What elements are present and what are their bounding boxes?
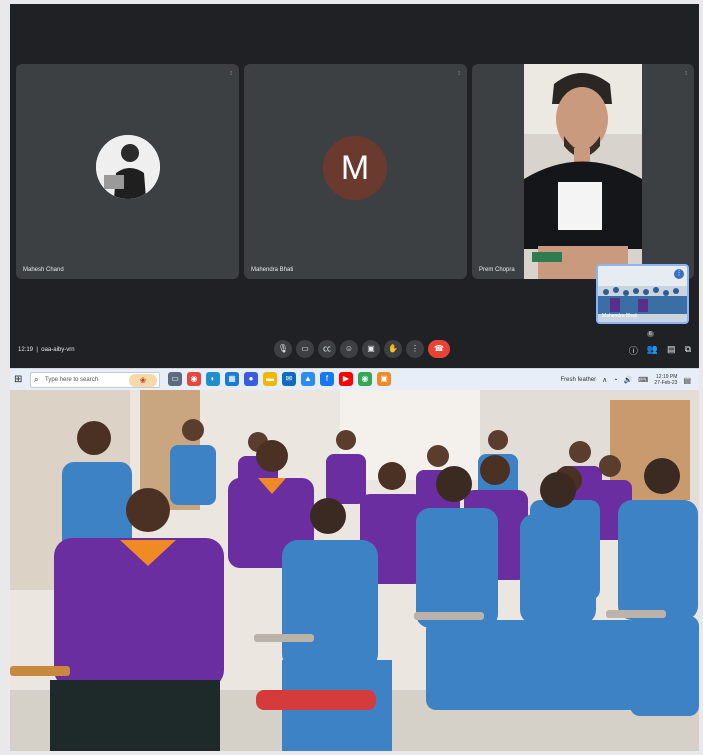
present-icon[interactable]: ▣ xyxy=(362,340,380,358)
self-view-tile[interactable]: ⋮ Mahendra Bhati xyxy=(596,264,689,324)
mic-off-icon: ⁝ xyxy=(230,71,232,77)
meet-side-controls: ⓘ 👥 ▤ ⧉ xyxy=(629,344,691,357)
info-icon[interactable]: ⓘ xyxy=(629,344,638,357)
search-icon: ⌕ xyxy=(34,375,39,384)
network-icon[interactable]: ◔ xyxy=(613,377,617,384)
hand-icon[interactable]: ✋ xyxy=(384,340,402,358)
taskbar-apps: ▭ ◉ ◐ ▦ ● ▬ ✉ ▲ f ▶ ◉ ▣ xyxy=(168,372,391,386)
zoom-icon[interactable]: ● xyxy=(244,372,258,386)
notification-icon[interactable]: ▤ xyxy=(683,376,691,385)
meeting-code: oaa-aiby-vrn xyxy=(41,347,75,353)
language-icon[interactable]: ⌨ xyxy=(638,376,648,384)
task-view-icon[interactable]: ▭ xyxy=(168,372,182,386)
participant-initial-avatar: M xyxy=(323,136,387,200)
end-call-icon[interactable]: ☎ xyxy=(428,340,450,358)
participant-avatar xyxy=(96,135,160,199)
participant-tile[interactable]: ⁝ Mahesh Chand xyxy=(16,64,239,279)
facebook-icon[interactable]: f xyxy=(320,372,334,386)
mail-icon[interactable]: ✉ xyxy=(282,372,296,386)
file-explorer-icon[interactable]: ▬ xyxy=(263,372,277,386)
youtube-icon[interactable]: ▶ xyxy=(339,372,353,386)
participant-tile[interactable]: ⁝ Prem Chopra xyxy=(472,64,694,279)
search-placeholder: Type here to search xyxy=(45,377,99,383)
weather-widget[interactable]: Fresh feather xyxy=(560,377,596,383)
self-view-name: Mahendra Bhati xyxy=(602,313,638,319)
cc-icon[interactable]: ㏄ xyxy=(318,340,336,358)
chat-icon[interactable]: ▤ xyxy=(667,344,676,357)
clock-date: 27-Feb-23 xyxy=(654,380,678,386)
taskbar-search[interactable]: ⌕ Type here to search ❀ xyxy=(30,372,160,388)
classroom-photo xyxy=(10,390,699,751)
more-options-icon[interactable]: ⋮ xyxy=(674,269,684,279)
clock[interactable]: 12:19 PM 27-Feb-23 xyxy=(654,374,677,386)
participant-name: Mahendra Bhati xyxy=(251,267,294,273)
meet-control-bar: 12:19 | oaa-aiby-vrn 🎙 ▭ ㏄ ☺ ▣ ✋ ⋮ ☎ 6 ⓘ… xyxy=(10,331,699,364)
participant-video xyxy=(524,64,642,279)
participant-name: Prem Chopra xyxy=(479,267,515,273)
meeting-info: 12:19 | oaa-aiby-vrn xyxy=(18,347,75,353)
photos-icon[interactable]: ▲ xyxy=(301,372,315,386)
chrome-profile-icon[interactable]: ◉ xyxy=(358,372,372,386)
participant-tile[interactable]: M ⁝ Mahendra Bhati xyxy=(244,64,467,279)
windows-taskbar: ⊞ ⌕ Type here to search ❀ ▭ ◉ ◐ ▦ ● ▬ ✉ … xyxy=(10,368,699,390)
participants-count-badge: 6 xyxy=(647,331,654,337)
search-highlight-icon: ❀ xyxy=(129,374,157,387)
tray-chevron-icon[interactable]: ∧ xyxy=(602,376,607,384)
windows-start-icon[interactable]: ⊞ xyxy=(14,374,22,385)
mic-off-icon: ⁝ xyxy=(685,71,687,77)
people-icon[interactable]: 👥 xyxy=(647,344,658,357)
edge-icon[interactable]: ◐ xyxy=(206,372,220,386)
participant-name: Mahesh Chand xyxy=(23,267,64,273)
meeting-time: 12:19 xyxy=(18,347,34,353)
system-tray: Fresh feather ∧ ◔ 🔊 ⌨ 12:19 PM 27-Feb-23… xyxy=(560,372,691,388)
mic-icon[interactable]: 🎙 xyxy=(274,340,292,358)
camera-icon[interactable]: ▭ xyxy=(296,340,314,358)
emoji-icon[interactable]: ☺ xyxy=(340,340,358,358)
mic-off-icon: ⁝ xyxy=(458,71,460,77)
volume-icon[interactable]: 🔊 xyxy=(624,376,633,384)
screenshot-frame: ⁝ Mahesh Chand M ⁝ Mahendra Bhati ⁝ Prem… xyxy=(10,4,699,751)
chrome-icon[interactable]: ◉ xyxy=(187,372,201,386)
meet-controls: 🎙 ▭ ㏄ ☺ ▣ ✋ ⋮ ☎ xyxy=(274,340,450,358)
store-icon[interactable]: ▦ xyxy=(225,372,239,386)
more-icon[interactable]: ⋮ xyxy=(406,340,424,358)
activities-icon[interactable]: ⧉ xyxy=(685,344,691,357)
meet-app-icon[interactable]: ▣ xyxy=(377,372,391,386)
meet-window: ⁝ Mahesh Chand M ⁝ Mahendra Bhati ⁝ Prem… xyxy=(10,4,699,368)
